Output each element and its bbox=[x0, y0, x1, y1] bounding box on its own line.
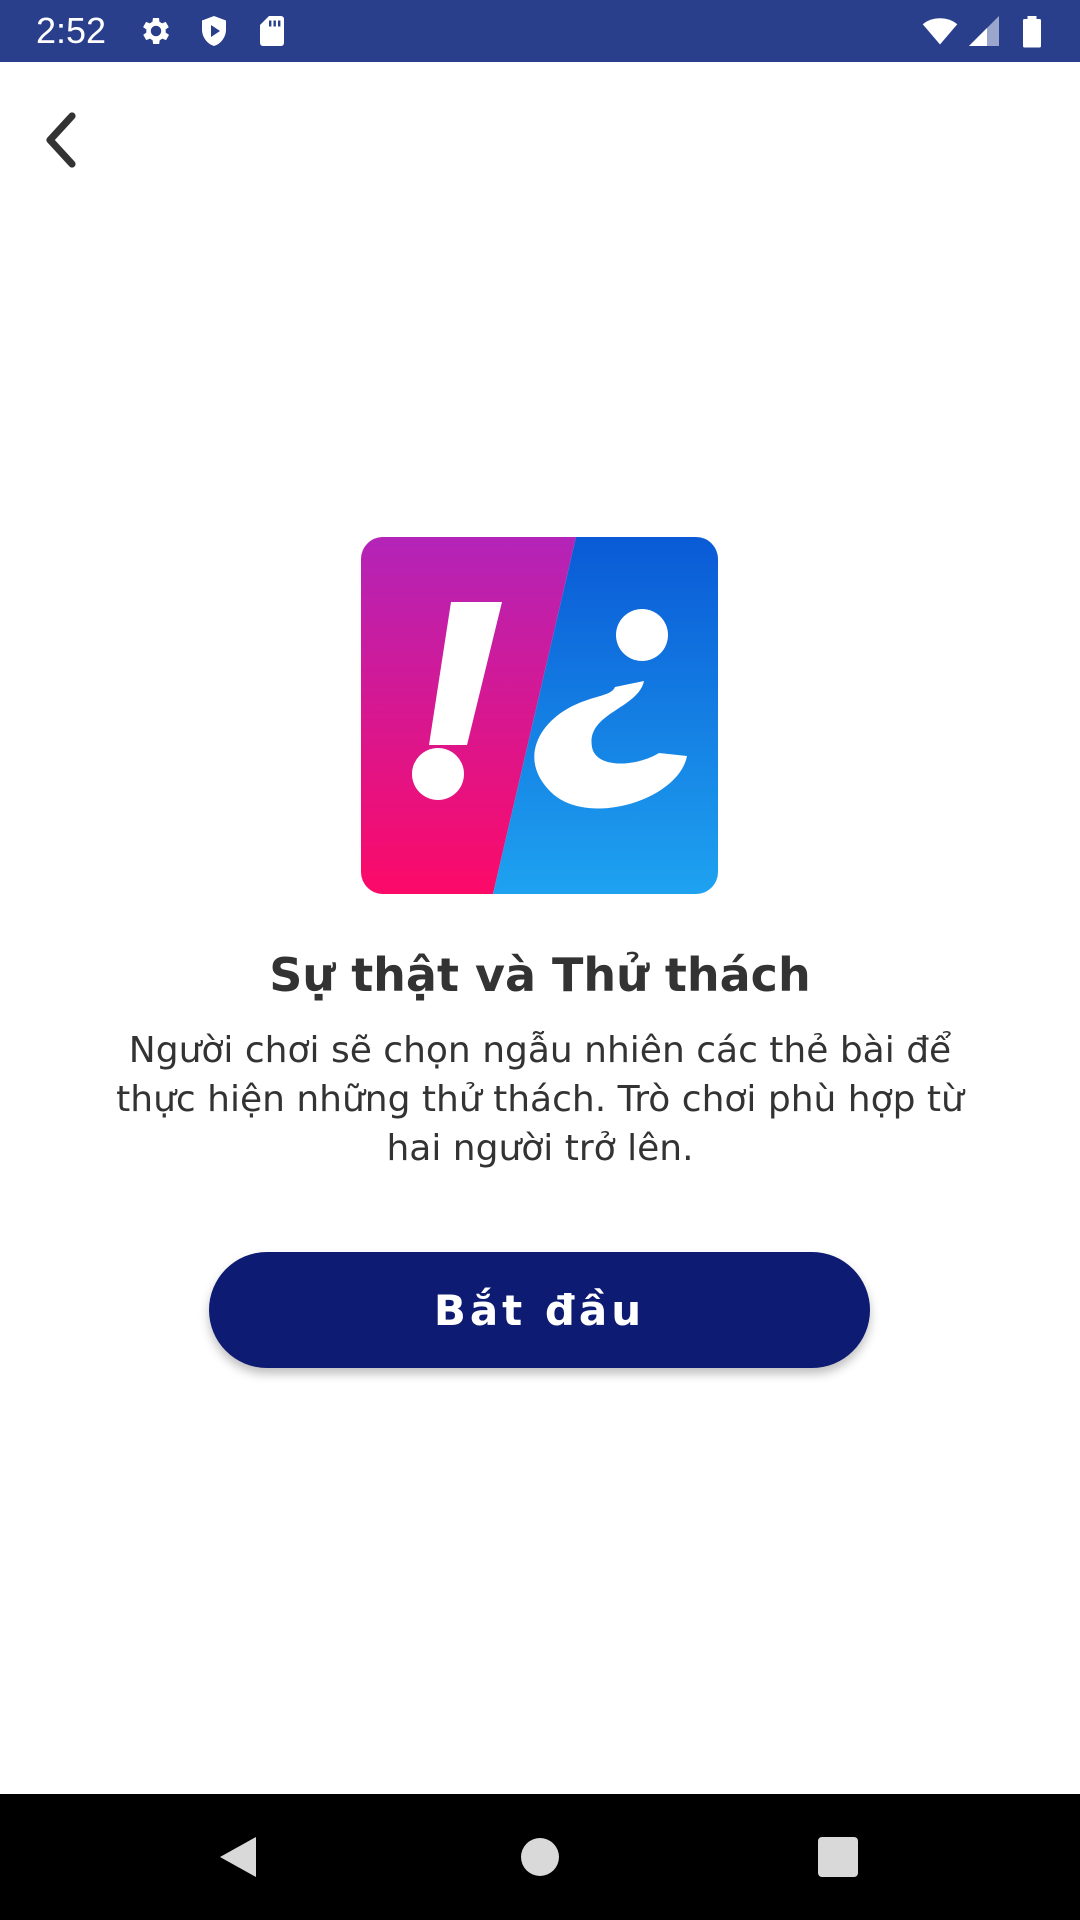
battery-icon bbox=[1014, 13, 1050, 49]
status-time: 2:52 bbox=[36, 10, 107, 51]
sd-card-icon bbox=[254, 13, 290, 49]
back-triangle-icon bbox=[216, 1833, 260, 1881]
truth-or-dare-logo bbox=[361, 537, 718, 894]
chevron-left-icon bbox=[42, 112, 82, 172]
game-description: Người chơi sẽ chọn ngẫu nhiên các thẻ bà… bbox=[116, 1030, 964, 1169]
cell-signal-icon bbox=[966, 13, 1002, 49]
status-bar: 2:52 bbox=[0, 0, 1080, 62]
recents-square-icon bbox=[817, 1836, 859, 1878]
settings-icon bbox=[138, 13, 174, 49]
navigation-bar bbox=[0, 1794, 1080, 1920]
nav-back-button[interactable] bbox=[206, 1825, 270, 1889]
nav-home-button[interactable] bbox=[508, 1825, 572, 1889]
nav-recents-button[interactable] bbox=[806, 1825, 870, 1889]
screen: 2:52 Sự thật và Thử thách Người chơi sẽ … bbox=[0, 0, 1080, 1920]
game-title: Sự thật và Thử thách bbox=[269, 948, 811, 1002]
back-button[interactable] bbox=[30, 104, 94, 180]
start-button[interactable]: Bắt đầu bbox=[209, 1252, 870, 1368]
wifi-icon bbox=[922, 13, 958, 49]
shield-icon bbox=[196, 13, 232, 49]
home-circle-icon bbox=[520, 1837, 560, 1877]
